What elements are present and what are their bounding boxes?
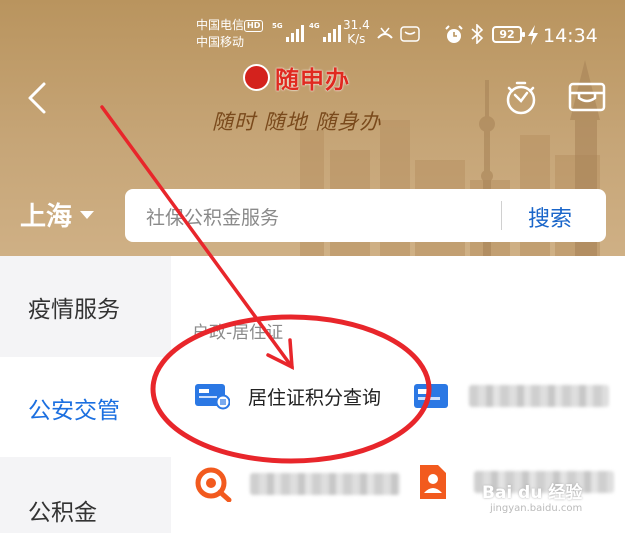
- battery-indicator: 92: [492, 26, 525, 43]
- network-speed-unit: K/s: [347, 32, 366, 46]
- section-title: 户政-居住证: [192, 323, 284, 343]
- signal-1-tag: 5G: [272, 22, 283, 30]
- sidebar-item-label: 公积金: [28, 500, 97, 526]
- network-speed: 31.4 K/s: [343, 18, 370, 46]
- signal-4g-icon: 4G: [309, 22, 341, 42]
- app-logo: 随申办: [243, 62, 350, 94]
- bluetooth-icon: [471, 24, 484, 44]
- category-sidebar: 疫情服务 公安交管 公积金: [0, 256, 171, 533]
- logo-mark-icon: [243, 63, 270, 91]
- sidebar-item-housing-fund[interactable]: 公积金: [0, 459, 171, 533]
- status-bar: 中国电信 HD 中国移动 5G 4G 31.4 K/s 92 14:34: [0, 0, 625, 60]
- timer-icon[interactable]: [503, 80, 539, 116]
- service-label: 居住证积分查询: [248, 386, 382, 409]
- network-speed-value: 31.4: [343, 18, 370, 32]
- service-residence-points[interactable]: 居住证积分查询: [194, 381, 381, 411]
- carrier-info: 中国电信 HD 中国移动: [196, 17, 264, 51]
- search-input[interactable]: 社保公积金服务: [146, 203, 279, 230]
- back-button[interactable]: [24, 80, 52, 116]
- search-magnifier-icon: [195, 467, 232, 502]
- hd-badge: HD: [244, 20, 264, 32]
- alarm-icon: [445, 25, 463, 43]
- clock: 14:34: [543, 25, 598, 47]
- city-selector[interactable]: 上海: [20, 196, 95, 233]
- card-wallet-icon[interactable]: [567, 80, 607, 114]
- charging-icon: [528, 25, 538, 45]
- sidebar-item-epidemic[interactable]: 疫情服务: [0, 256, 171, 356]
- residence-card-icon: [414, 384, 448, 408]
- signal-2-tag: 4G: [309, 22, 320, 30]
- missed-call-icon: [377, 27, 393, 39]
- residence-card-icon: [195, 384, 230, 410]
- sidebar-item-label: 公安交管: [28, 398, 120, 424]
- sidebar-item-label: 疫情服务: [28, 297, 120, 323]
- search-divider: [501, 201, 502, 230]
- baidu-watermark: Bai du 经验 jingyan.baidu.com: [482, 478, 582, 514]
- blurred-service-label: [469, 385, 609, 407]
- signal-5g-icon: 5G: [272, 22, 304, 42]
- carrier-1: 中国电信: [196, 18, 245, 32]
- service-blurred-3[interactable]: [194, 466, 400, 502]
- service-blurred-2[interactable]: [413, 381, 609, 411]
- slogan: 随时 随地 随身办: [212, 110, 382, 134]
- watermark-url: jingyan.baidu.com: [490, 503, 583, 514]
- search-button[interactable]: 搜索: [528, 201, 572, 233]
- city-name[interactable]: 上海: [20, 196, 72, 233]
- app-title: 随申办: [275, 65, 350, 94]
- blurred-service-label: [250, 473, 400, 495]
- person-document-icon: [420, 465, 446, 499]
- header-banner: 中国电信 HD 中国移动 5G 4G 31.4 K/s 92 14:34 随申办…: [0, 0, 625, 256]
- huawei-app-icon: [400, 26, 420, 42]
- sidebar-item-public-security[interactable]: 公安交管: [0, 357, 171, 457]
- carrier-2: 中国移动: [196, 35, 245, 49]
- watermark-brand: Bai du 经验: [482, 483, 583, 503]
- search-bar[interactable]: 社保公积金服务 搜索: [125, 189, 606, 242]
- dropdown-caret-icon: [80, 210, 95, 219]
